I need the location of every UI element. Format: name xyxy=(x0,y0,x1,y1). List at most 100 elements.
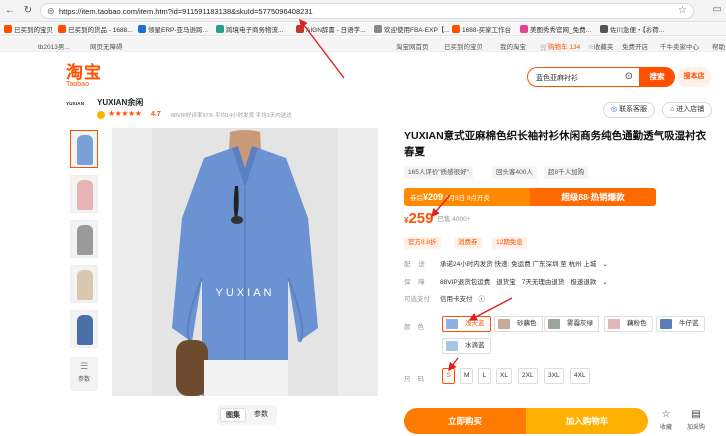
product-title: YUXIAN意式亚麻棉色织长袖衬衫休闲商务纯色通勤透气吸湿衬衣春夏 xyxy=(404,130,707,158)
site-info-icon[interactable]: ⊜ xyxy=(47,6,55,17)
size-option-xl[interactable]: XL xyxy=(496,368,512,384)
search-shop-button[interactable]: 搜本店 xyxy=(677,67,711,87)
nav-favorites-link[interactable]: ☆收藏夹 xyxy=(588,41,613,51)
voucher-tag[interactable]: 消费券 xyxy=(454,237,482,249)
contact-service-button[interactable]: ◎ 联系客服 xyxy=(603,102,656,118)
repeat-buyer-chip[interactable]: 回头客400人 xyxy=(492,166,537,179)
discount-tag[interactable]: 官方8.8折 xyxy=(404,237,441,249)
thumbnail-image[interactable] xyxy=(70,265,98,303)
bookmark-item[interactable]: 欢迎使用FBA-EXP【... xyxy=(374,24,450,34)
shop-info: YUXIAN YUXIAN余闲 ★★★★★ 4.7 88VIP好评率97% 平均… xyxy=(66,96,366,124)
size-option-3xl[interactable]: 3XL xyxy=(544,368,564,384)
cart-icon: 🛒 xyxy=(540,44,549,51)
logo-text-en: Taobao xyxy=(66,81,89,88)
main-product-image[interactable]: YUXIAN xyxy=(112,128,378,396)
add-purchase-label: 加采购 xyxy=(686,425,705,431)
favorite-label: 收藏 xyxy=(659,425,672,431)
taobao-logo[interactable]: 淘宝 Taobao xyxy=(66,64,102,89)
shop-score: 4.7 xyxy=(151,111,161,118)
color-option-lotus-pink[interactable]: 藕粉色 xyxy=(604,316,653,332)
installment-tag[interactable]: 12期免息 xyxy=(492,237,527,249)
enter-shop-button[interactable]: ⌂ 进入店铺 xyxy=(662,102,713,118)
chevron-down-icon: ⌄ xyxy=(602,279,608,286)
star-icon: ☆ xyxy=(661,409,671,420)
search-input[interactable]: 蓝色亚麻衬衫 xyxy=(536,73,578,83)
nav-cart-link[interactable]: 🛒购物车 134 xyxy=(540,41,580,51)
shop-logo[interactable]: YUXIAN xyxy=(66,101,84,106)
shop-icon: ⌂ xyxy=(670,106,675,113)
nav-bought-link[interactable]: 已买到的宝贝 xyxy=(444,41,483,51)
bookmark-item[interactable]: 领星ERP-亚马逊跨... xyxy=(138,24,208,34)
cart-count-chip[interactable]: 超8千人加购 xyxy=(544,166,589,179)
browser-menu-icon[interactable]: ▭ xyxy=(713,4,722,15)
bookmark-star-icon[interactable]: ☆ xyxy=(678,5,687,16)
site-top-nav: tb2013男... 网页无障碍 淘宝网首页 已买到的宝贝 我的淘宝 🛒购物车 … xyxy=(0,37,726,52)
bookmark-item[interactable]: 跨境电子商务物流... xyxy=(216,24,283,34)
favorite-button[interactable]: ☆ 收藏 xyxy=(654,409,678,431)
thumbnail-image[interactable] xyxy=(70,175,98,213)
rating-stars-icon: ★★★★★ xyxy=(108,109,142,118)
size-option-4xl[interactable]: 4XL xyxy=(570,368,590,384)
color-option-haze-green[interactable]: 雾霾灰绿 xyxy=(544,316,599,332)
color-option-light-sky-blue[interactable]: 浅天蓝 xyxy=(442,316,491,332)
delivery-label: 配 送 xyxy=(404,261,428,268)
add-purchase-button[interactable]: ▤ 加采购 xyxy=(684,409,708,431)
payment-label: 可选支付 xyxy=(404,296,430,303)
nav-home-link[interactable]: 淘宝网首页 xyxy=(396,41,429,51)
bookmark-item[interactable]: 美图秀秀官网_免费... xyxy=(520,24,591,34)
thumbnail-image[interactable] xyxy=(70,130,98,168)
nav-seller-center-link[interactable]: 千牛卖家中心 xyxy=(660,41,699,51)
bookmark-item[interactable]: 1688-买家工作台 xyxy=(452,24,511,34)
price: ¥259 xyxy=(404,210,434,227)
color-option-drop-blue[interactable]: 水滴蓝 xyxy=(442,338,491,354)
browser-toolbar: ← ↻ ⊜ https://item.taobao.com/item.htm?i… xyxy=(0,0,726,22)
logo-text-cn: 淘宝 xyxy=(66,63,102,82)
bookmarks-bar: 已买到的宝贝 已买到的货品 - 1688... 领星ERP-亚马逊跨... 跨境… xyxy=(0,22,726,36)
color-option-sand[interactable]: 砂藕色 xyxy=(494,316,543,332)
search-box[interactable]: 蓝色亚麻衬衫 ⊙ xyxy=(527,67,639,87)
tab-gallery[interactable]: 图集 xyxy=(220,408,246,422)
promo-banner: 券后¥209 3月8日 8点开卖 超级88·热销爆款 xyxy=(404,188,656,206)
nav-help-link[interactable]: 帮助 xyxy=(712,41,725,51)
reload-icon[interactable]: ↻ xyxy=(22,5,34,17)
delivery-value[interactable]: 承诺24小时内发货 快递: 免运费 广东深圳 至 杭州 上城 ⌄ xyxy=(440,258,614,268)
buy-now-button[interactable]: 立即购买 xyxy=(404,408,526,434)
chevron-down-icon: ⌄ xyxy=(602,261,608,268)
shop-name[interactable]: YUXIAN余闲 xyxy=(97,97,143,108)
bookmark-item[interactable]: 已买到的宝贝 xyxy=(4,24,53,34)
bookmark-item[interactable]: 已买到的货品 - 1688... xyxy=(58,24,133,34)
size-option-2xl[interactable]: 2XL xyxy=(518,368,538,384)
back-icon[interactable]: ← xyxy=(4,5,16,17)
search-button[interactable]: 搜索 xyxy=(639,67,675,87)
address-bar[interactable]: ⊜ https://item.taobao.com/item.htm?id=91… xyxy=(40,3,694,19)
image-watermark: YUXIAN xyxy=(215,287,275,299)
price-row: ¥259 已售 4000+ xyxy=(404,210,471,230)
purchase-list-icon: ▤ xyxy=(691,409,701,420)
nav-my-taobao-link[interactable]: 我的淘宝 xyxy=(500,41,526,51)
params-thumbnail[interactable]: ☰ 参数 xyxy=(70,357,98,391)
sales-count: 已售 4000+ xyxy=(437,216,471,223)
tab-params[interactable]: 参数 xyxy=(248,408,274,422)
guarantee-list[interactable]: 88VIP退货包运费 退货宝 7天无理由退货 极速退款 ⌄ xyxy=(440,276,614,286)
coupon-price-banner: 券后¥209 3月8日 8点开卖 xyxy=(404,188,530,206)
thumbnail-image[interactable] xyxy=(70,310,98,348)
list-icon: ☰ xyxy=(79,361,89,371)
user-nickname[interactable]: tb2013男... xyxy=(38,41,70,51)
bookmark-item[interactable]: 佐川急便・【お荷... xyxy=(600,24,664,34)
accessibility-link[interactable]: 网页无障碍 xyxy=(90,41,123,51)
size-option-l[interactable]: L xyxy=(478,368,491,384)
size-option-s[interactable]: S xyxy=(442,368,455,384)
gallery-tabs: 图集 参数 xyxy=(217,405,277,425)
thumbnail-image[interactable] xyxy=(70,220,98,258)
guarantee-label: 保 障 xyxy=(404,279,428,286)
color-label: 颜色 xyxy=(404,324,431,331)
params-label: 参数 xyxy=(77,377,90,383)
review-chip[interactable]: 165人评价"质感很好" xyxy=(404,166,473,179)
add-to-cart-button[interactable]: 加入购物车 xyxy=(526,408,648,434)
info-icon[interactable]: ⓘ xyxy=(479,296,486,303)
bookmark-item[interactable]: AIGN辞書 - 日语字... xyxy=(296,24,366,34)
color-option-denim-blue[interactable]: 牛仔蓝 xyxy=(656,316,705,332)
camera-search-icon[interactable]: ⊙ xyxy=(625,71,633,82)
size-option-m[interactable]: M xyxy=(460,368,474,384)
nav-open-shop-link[interactable]: 免费开店 xyxy=(622,41,648,51)
